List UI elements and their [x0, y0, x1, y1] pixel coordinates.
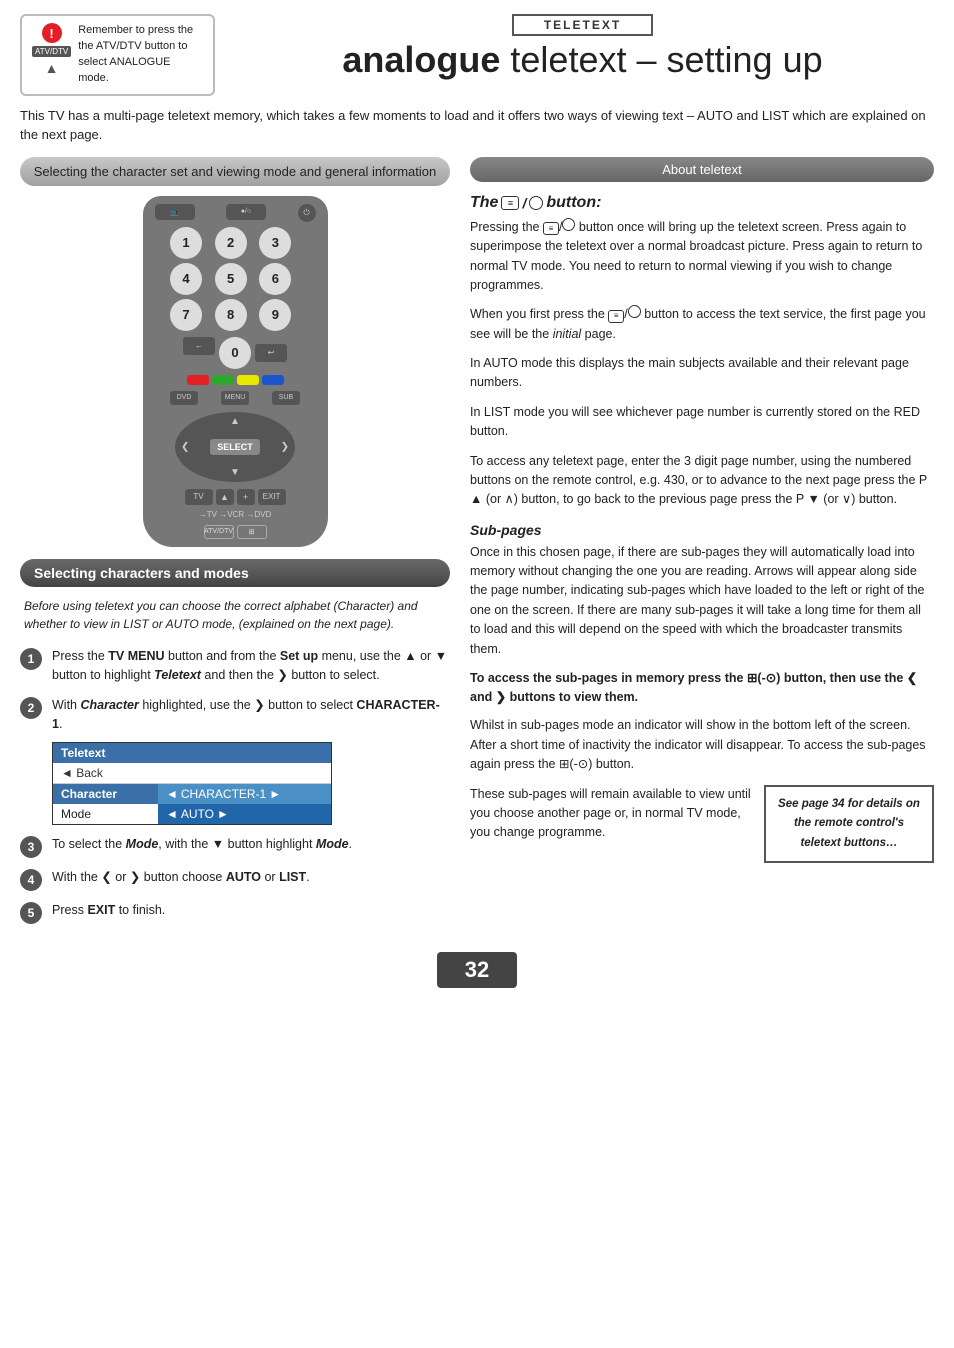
step-2-text: With Character highlighted, use the ❯ bu…: [52, 696, 450, 734]
teletext-menu-back: ◄ Back: [53, 763, 331, 784]
title-area: TELETEXT analogue teletext – setting up: [231, 14, 934, 80]
button-label: button:: [546, 194, 601, 212]
slash-symbol: /: [522, 195, 526, 211]
remote-control: 📺 ●/○ ⏻ 1 2 3 4 5 6 7 8 9: [143, 196, 328, 547]
teletext-menu-header: Teletext: [53, 743, 331, 763]
about-header: About teletext: [470, 157, 934, 182]
bold-instruction: To access the sub-pages in memory press …: [470, 669, 934, 707]
right-col: About teletext The ≡ / button: Pressing …: [460, 157, 934, 934]
these-section: See page 34 for details on the remote co…: [470, 785, 934, 843]
step-4-text: With the ❮ or ❯ button choose AUTO or LI…: [52, 868, 310, 887]
step-1: 1 Press the TV MENU button and from the …: [20, 647, 450, 685]
subpages-text: Once in this chosen page, if there are s…: [470, 543, 934, 659]
step-5-text: Press EXIT to finish.: [52, 901, 165, 920]
button-desc-2: When you first press the ≡/ button to ac…: [470, 305, 934, 344]
teletext-menu-character-row: Character ◄ CHARACTER-1 ►: [53, 784, 331, 804]
character-value: ◄ CHARACTER-1 ►: [158, 784, 331, 804]
step-1-num: 1: [20, 648, 42, 670]
teletext-menu: Teletext ◄ Back Character ◄ CHARACTER-1 …: [52, 742, 332, 825]
step-1-text: Press the TV MENU button and from the Se…: [52, 647, 450, 685]
auto-mode-text: In AUTO mode this displays the main subj…: [470, 354, 934, 393]
italic-note: Before using teletext you can choose the…: [20, 597, 450, 633]
triangle-icon: ▲: [45, 60, 59, 76]
intro-text: This TV has a multi-page teletext memory…: [20, 106, 934, 145]
section-header-left: Selecting the character set and viewing …: [20, 157, 450, 186]
circle-icon: [529, 196, 543, 210]
reminder-box: ! ATV/DTV ▲ Remember to press the the AT…: [20, 14, 215, 96]
teletext-label: TELETEXT: [512, 14, 653, 36]
reminder-text: Remember to press the the ATV/DTV button…: [78, 23, 203, 87]
page-wrapper: ! ATV/DTV ▲ Remember to press the the AT…: [0, 0, 954, 1000]
two-col: Selecting the character set and viewing …: [20, 157, 934, 934]
title-bold: analogue: [342, 39, 500, 80]
step-5-num: 5: [20, 902, 42, 924]
subpages-heading: Sub-pages: [470, 522, 934, 538]
see-page-box: See page 34 for details on the remote co…: [764, 785, 934, 864]
page-header: ! ATV/DTV ▲ Remember to press the the AT…: [20, 14, 934, 96]
remote-container: 📺 ●/○ ⏻ 1 2 3 4 5 6 7 8 9: [20, 196, 450, 547]
step-2-num: 2: [20, 697, 42, 719]
step-3: 3 To select the Mode, with the ▼ button …: [20, 835, 450, 858]
main-title: analogue teletext – setting up: [231, 40, 934, 80]
step-3-text: To select the Mode, with the ▼ button hi…: [52, 835, 352, 854]
the-word: The: [470, 194, 498, 212]
selecting-header: Selecting characters and modes: [20, 559, 450, 587]
left-col: Selecting the character set and viewing …: [20, 157, 460, 934]
title-rest: teletext – setting up: [500, 39, 822, 80]
step-2: 2 With Character highlighted, use the ❯ …: [20, 696, 450, 734]
access-text: To access any teletext page, enter the 3…: [470, 452, 934, 510]
button-heading: The ≡ / button:: [470, 194, 934, 212]
page-number-badge: 32: [437, 952, 517, 988]
step-3-num: 3: [20, 836, 42, 858]
list-mode-text: In LIST mode you will see whichever page…: [470, 403, 934, 442]
step-5: 5 Press EXIT to finish.: [20, 901, 450, 924]
footer: 32: [20, 934, 934, 1000]
mode-value: ◄ AUTO ►: [158, 804, 331, 824]
teletext-menu-mode-row: Mode ◄ AUTO ►: [53, 804, 331, 824]
button-desc-1: Pressing the ≡/ button once will bring u…: [470, 218, 934, 296]
character-label: Character: [53, 784, 158, 804]
teletext-icon-1: ≡: [501, 196, 519, 210]
whilst-text: Whilst in sub-pages mode an indicator wi…: [470, 716, 934, 774]
step-4-num: 4: [20, 869, 42, 891]
step-4: 4 With the ❮ or ❯ button choose AUTO or …: [20, 868, 450, 891]
mode-label: Mode: [53, 804, 158, 824]
atv-badge: ATV/DTV: [32, 46, 71, 57]
exclamation-icon: !: [42, 23, 62, 43]
